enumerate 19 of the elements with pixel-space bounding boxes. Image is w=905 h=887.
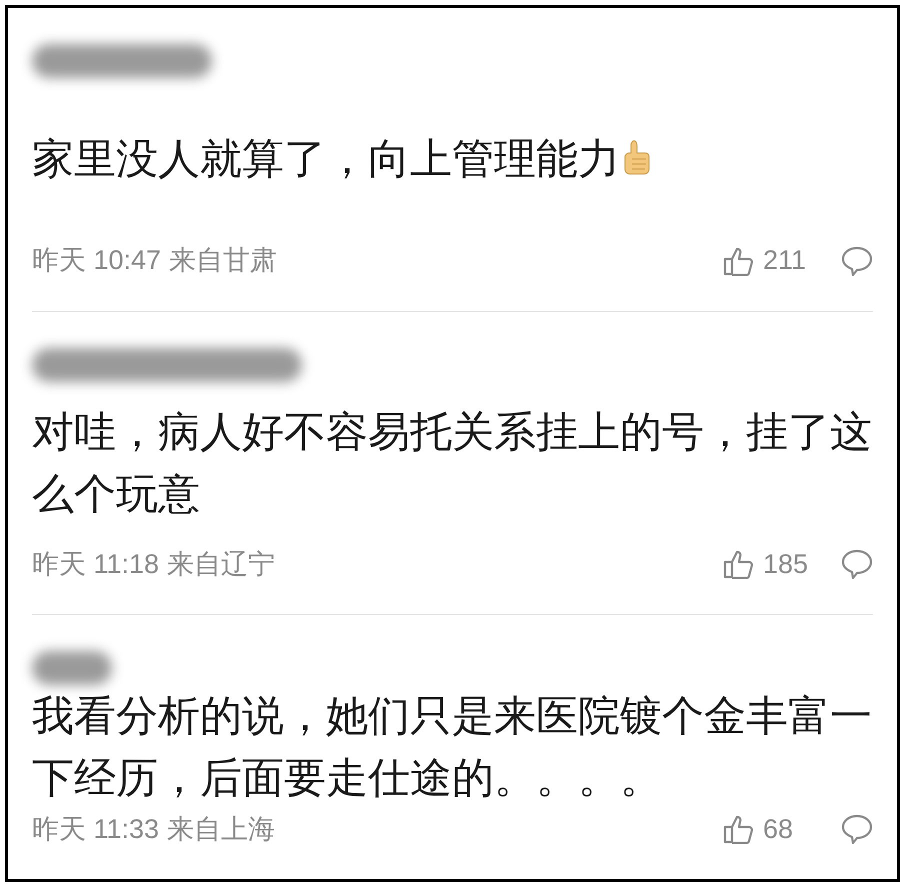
like-count: 68	[763, 812, 794, 846]
thumbs-up-emoji-icon	[624, 139, 650, 176]
comment-location: 来自甘肃	[169, 244, 278, 278]
comment-location: 来自上海	[167, 812, 276, 846]
comment-time: 昨天 10:47	[32, 244, 162, 278]
comment-icon[interactable]	[841, 549, 873, 579]
comment-location: 来自辽宁	[167, 548, 276, 581]
comment-text: 家里没人就算了，向上管理能力	[32, 128, 873, 190]
comment-time: 昨天 11:18	[32, 548, 160, 581]
thumbs-up-icon[interactable]	[723, 814, 755, 844]
comment-time: 昨天 11:33	[32, 812, 160, 846]
thumbs-up-icon[interactable]	[723, 246, 755, 276]
thumbs-up-icon[interactable]	[723, 549, 755, 579]
comment-text: 我看分析的说，她们只是来医院镀个金丰富一下经历，后面要走仕途的。。。。	[32, 691, 873, 803]
like-count: 185	[763, 548, 810, 581]
comment-icon[interactable]	[841, 246, 873, 276]
comment-text: 对哇，病人好不容易托关系挂上的号，挂了这么个玩意	[32, 406, 873, 519]
comment-icon[interactable]	[841, 814, 873, 844]
like-count: 211	[763, 244, 808, 278]
